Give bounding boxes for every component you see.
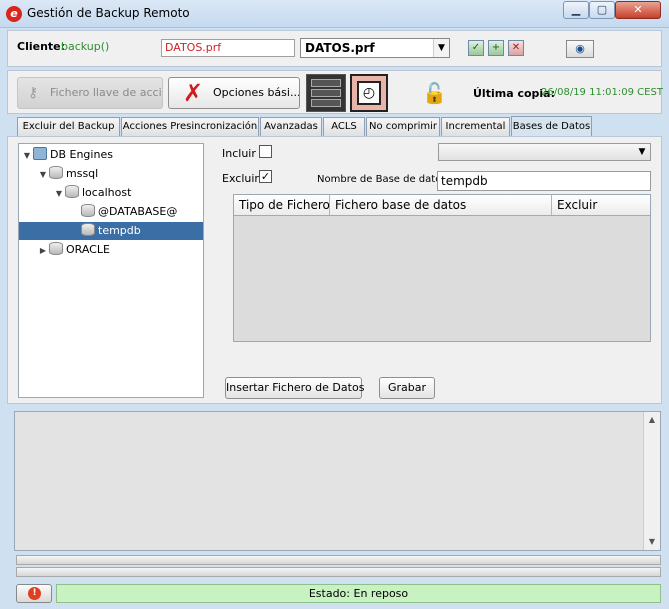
column-header-excluir[interactable]: Excluir (552, 195, 650, 215)
tree-node-db-engines[interactable]: ▼ DB Engines (21, 146, 113, 164)
check-document-icon[interactable]: ✓ (468, 40, 484, 56)
basic-options-button[interactable]: ✗ Opciones bási... (168, 77, 300, 109)
chevron-down-icon[interactable]: ▼ (433, 39, 449, 57)
profile-field[interactable]: DATOS.prf (161, 39, 295, 57)
profile-select-value: DATOS.prf (305, 41, 375, 55)
db-engine-select[interactable]: ▼ (438, 143, 651, 161)
view-eye-icon[interactable]: ◉ (566, 40, 594, 58)
log-scrollbar[interactable]: ▲ ▼ (643, 412, 660, 550)
expand-arrow-icon[interactable]: ▼ (53, 185, 65, 203)
basic-options-button-label: Opciones bási... (213, 86, 300, 99)
server-icon[interactable] (306, 74, 346, 112)
progress-bar-secondary (16, 567, 661, 577)
column-header-tipo[interactable]: Tipo de Fichero (234, 195, 330, 215)
client-panel: Cliente: backup() DATOS.prf DATOS.prf ▼ … (7, 30, 662, 67)
chevron-down-icon[interactable]: ▼ (634, 144, 650, 160)
db-files-table[interactable]: Tipo de Fichero Fichero base de datos Ex… (233, 194, 651, 342)
database-server-icon (49, 242, 63, 255)
tab-acls[interactable]: ACLS (323, 117, 365, 136)
client-value: backup() (61, 40, 110, 53)
delete-document-icon[interactable]: ✕ (508, 40, 524, 56)
tools-icon: ✗ (183, 79, 204, 107)
alert-icon: ! (28, 587, 41, 600)
dbname-label: Nombre de Base de datos (317, 174, 447, 185)
database-icon (81, 223, 95, 236)
insert-data-file-button[interactable]: Insertar Fichero de Datos (225, 377, 364, 399)
window-title: Gestión de Backup Remoto (27, 6, 190, 20)
unlocked-padlock-icon[interactable]: 🔓 (422, 80, 447, 106)
database-server-icon (49, 166, 63, 179)
client-label: Cliente: (17, 40, 66, 53)
profile-select[interactable]: DATOS.prf ▼ (300, 38, 450, 58)
keyfile-button: ⚷ Fichero llave de acci... (17, 77, 163, 109)
tab-excluir-backup[interactable]: Excluir del Backup (17, 117, 120, 136)
key-icon: ⚷ (28, 85, 39, 101)
save-button[interactable]: Grabar (379, 377, 435, 399)
dbname-input[interactable]: tempdb (437, 171, 651, 191)
scroll-up-icon[interactable]: ▲ (644, 412, 660, 428)
log-area[interactable]: ▲ ▼ (14, 411, 661, 551)
database-icon (81, 204, 95, 217)
host-icon (65, 185, 79, 198)
alert-button[interactable]: ! (16, 584, 52, 603)
minimize-button[interactable]: ▁ (563, 1, 589, 19)
table-header: Tipo de Fichero Fichero base de datos Ex… (234, 195, 650, 216)
keyfile-button-label: Fichero llave de acci... (50, 86, 163, 99)
schedule-clock-icon[interactable]: ◴ (350, 74, 388, 112)
status-bar: ! Estado: En reposo (16, 584, 661, 603)
excluir-label: Excluir (222, 172, 259, 185)
tab-incremental[interactable]: Incremental (441, 117, 510, 136)
title-bar: e Gestión de Backup Remoto ▁ ▢ ✕ (0, 0, 669, 28)
tab-acciones-presincronizacion[interactable]: Acciones Presincronización (121, 117, 259, 136)
folder-icon (33, 147, 47, 160)
tab-avanzadas[interactable]: Avanzadas (260, 117, 322, 136)
incluir-label: Incluir (222, 147, 256, 160)
toolbar: ⚷ Fichero llave de acci... ✗ Opciones bá… (7, 70, 663, 114)
scroll-down-icon[interactable]: ▼ (644, 534, 660, 550)
tab-panel-bases-de-datos: ▼ DB Engines ▼ mssql ▼ localhost @DATABASE@… (7, 136, 662, 404)
last-copy-value: 26/08/19 11:01:09 CEST (541, 87, 663, 98)
tree-node-localhost[interactable]: ▼ localhost (53, 184, 131, 202)
app-logo-icon: e (6, 6, 22, 22)
tab-bases-de-datos[interactable]: Bases de Datos (511, 116, 592, 136)
status-text: Estado: En reposo (56, 584, 661, 603)
expand-arrow-icon[interactable]: ▼ (21, 147, 33, 165)
expand-arrow-icon[interactable]: ▼ (37, 166, 49, 184)
tree-node-oracle[interactable]: ▶ ORACLE (37, 241, 110, 259)
progress-bar-primary (16, 555, 661, 565)
tree-node-mssql[interactable]: ▼ mssql (37, 165, 98, 183)
column-header-fichero[interactable]: Fichero base de datos (330, 195, 552, 215)
excluir-checkbox[interactable]: ✓ (259, 170, 272, 183)
collapse-arrow-icon[interactable]: ▶ (37, 242, 49, 260)
tree-node-database-placeholder[interactable]: @DATABASE@ (81, 203, 177, 221)
add-document-icon[interactable]: + (488, 40, 504, 56)
close-button[interactable]: ✕ (615, 1, 661, 19)
tree-node-tempdb[interactable]: tempdb (19, 222, 203, 240)
incluir-checkbox[interactable] (259, 145, 272, 158)
tab-no-comprimir[interactable]: No comprimir (366, 117, 440, 136)
db-tree[interactable]: ▼ DB Engines ▼ mssql ▼ localhost @DATABASE@… (18, 143, 204, 398)
maximize-button[interactable]: ▢ (589, 1, 615, 19)
